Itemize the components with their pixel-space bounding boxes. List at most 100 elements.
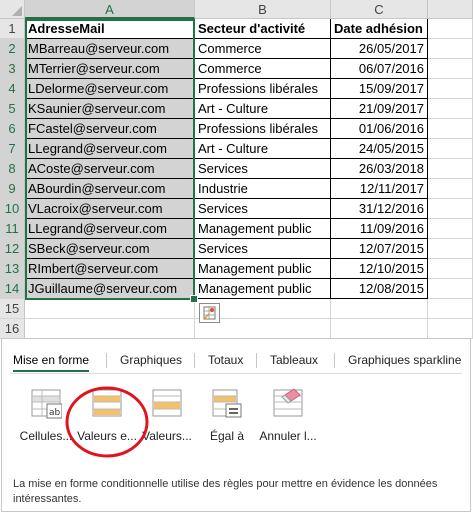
header-cell[interactable]: Secteur d'activité	[195, 19, 331, 39]
table-cell[interactable]: Commerce	[195, 39, 331, 59]
empty-cell[interactable]	[25, 319, 195, 339]
row-header[interactable]: 11	[0, 219, 25, 239]
row-header[interactable]: 10	[0, 199, 25, 219]
table-cell[interactable]: 12/11/2017	[331, 179, 428, 199]
table-cell[interactable]: Art - Culture	[195, 99, 331, 119]
empty-cell[interactable]	[428, 319, 473, 339]
tab-graphiques-sparkline[interactable]: Graphiques sparkline	[348, 349, 461, 371]
row-header[interactable]: 9	[0, 179, 25, 199]
tab-graphiques[interactable]: Graphiques	[120, 349, 182, 371]
table-cell[interactable]: 06/07/2016	[331, 59, 428, 79]
row-header[interactable]: 3	[0, 59, 25, 79]
column-header-d[interactable]	[428, 0, 473, 19]
column-header-b[interactable]: B	[195, 0, 331, 19]
row-header[interactable]: 8	[0, 159, 25, 179]
table-cell[interactable]: ABourdin@serveur.com	[25, 179, 195, 199]
table-cell[interactable]: RImbert@serveur.com	[25, 259, 195, 279]
empty-cell[interactable]	[428, 279, 473, 299]
table-cell[interactable]: 12/10/2015	[331, 259, 428, 279]
empty-cell[interactable]	[428, 159, 473, 179]
select-all-corner[interactable]	[0, 0, 25, 19]
tab-divider	[10, 373, 462, 374]
row-header[interactable]: 2	[0, 39, 25, 59]
option-valeurs-en-double[interactable]: Valeurs e...	[77, 387, 137, 453]
quick-analysis-panel: Mise en forme Graphiques Totaux Tableaux…	[1, 338, 471, 512]
header-cell[interactable]: AdresseMail	[25, 19, 195, 39]
row-header[interactable]: 12	[0, 239, 25, 259]
unique-values-icon	[152, 389, 182, 417]
table-cell[interactable]: 24/05/2015	[331, 139, 428, 159]
table-cell[interactable]: MTerrier@serveur.com	[25, 59, 195, 79]
row-header[interactable]: 16	[0, 319, 25, 339]
table-cell[interactable]: Professions libérales	[195, 79, 331, 99]
row-header[interactable]: 4	[0, 79, 25, 99]
table-cell[interactable]: SBeck@serveur.com	[25, 239, 195, 259]
option-valeurs-uniques[interactable]: Valeurs...	[139, 387, 195, 453]
table-cell[interactable]: 26/03/2018	[331, 159, 428, 179]
table-cell[interactable]: Commerce	[195, 59, 331, 79]
tab-tableaux[interactable]: Tableaux	[270, 349, 318, 371]
table-cell[interactable]: 15/09/2017	[331, 79, 428, 99]
table-cell[interactable]: JGuillaume@serveur.com	[25, 279, 195, 299]
empty-cell[interactable]	[25, 299, 195, 319]
table-cell[interactable]: LDelorme@serveur.com	[25, 79, 195, 99]
header-cell[interactable]: Date adhésion	[331, 19, 428, 39]
empty-cell[interactable]	[428, 139, 473, 159]
empty-cell[interactable]	[428, 39, 473, 59]
option-cellules[interactable]: ab Cellules...	[18, 387, 74, 453]
column-header-a[interactable]: A	[25, 0, 195, 19]
table-cell[interactable]: Management public	[195, 259, 331, 279]
row-header[interactable]: 5	[0, 99, 25, 119]
empty-cell[interactable]	[331, 299, 428, 319]
empty-cell[interactable]	[428, 59, 473, 79]
table-cell[interactable]: ACoste@serveur.com	[25, 159, 195, 179]
table-cell[interactable]: 12/08/2015	[331, 279, 428, 299]
table-cell[interactable]: 11/09/2016	[331, 219, 428, 239]
fill-handle[interactable]	[190, 295, 198, 303]
duplicate-values-icon	[92, 389, 122, 417]
table-cell[interactable]: Services	[195, 239, 331, 259]
empty-cell[interactable]	[428, 199, 473, 219]
table-cell[interactable]: Professions libérales	[195, 119, 331, 139]
empty-cell[interactable]	[428, 219, 473, 239]
table-cell[interactable]: Services	[195, 159, 331, 179]
table-cell[interactable]: 21/09/2017	[331, 99, 428, 119]
empty-cell[interactable]	[428, 79, 473, 99]
row-header[interactable]: 13	[0, 259, 25, 279]
tab-totaux[interactable]: Totaux	[208, 349, 243, 371]
empty-cell[interactable]	[428, 299, 473, 319]
tab-mise-en-forme[interactable]: Mise en forme	[13, 349, 90, 372]
table-cell[interactable]: 26/05/2017	[331, 39, 428, 59]
row-header[interactable]: 14	[0, 279, 25, 299]
empty-cell[interactable]	[428, 239, 473, 259]
table-cell[interactable]: LLegrand@serveur.com	[25, 219, 195, 239]
table-cell[interactable]: FCastel@serveur.com	[25, 119, 195, 139]
row-header[interactable]: 15	[0, 299, 25, 319]
empty-cell[interactable]	[428, 99, 473, 119]
column-header-c[interactable]: C	[331, 0, 428, 19]
row-header[interactable]: 6	[0, 119, 25, 139]
table-cell[interactable]: Services	[195, 199, 331, 219]
row-header[interactable]: 1	[0, 19, 25, 39]
table-cell[interactable]: Industrie	[195, 179, 331, 199]
option-label: Valeurs...	[142, 429, 192, 443]
table-cell[interactable]: Management public	[195, 219, 331, 239]
table-cell[interactable]: 12/07/2015	[331, 239, 428, 259]
table-cell[interactable]: 31/12/2016	[331, 199, 428, 219]
empty-cell[interactable]	[331, 319, 428, 339]
table-cell[interactable]: Art - Culture	[195, 139, 331, 159]
empty-cell[interactable]	[428, 259, 473, 279]
quick-analysis-button[interactable]	[199, 303, 220, 323]
option-egal-a[interactable]: Égal à	[199, 387, 255, 453]
table-cell[interactable]: LLegrand@serveur.com	[25, 139, 195, 159]
empty-cell[interactable]	[428, 119, 473, 139]
table-cell[interactable]: Management public	[195, 279, 331, 299]
option-annuler-la-mise-en-forme[interactable]: Annuler l...	[259, 387, 317, 453]
row-header[interactable]: 7	[0, 139, 25, 159]
table-cell[interactable]: KSaunier@serveur.com	[25, 99, 195, 119]
table-cell[interactable]: 01/06/2016	[331, 119, 428, 139]
table-cell[interactable]: MBarreau@serveur.com	[25, 39, 195, 59]
empty-cell[interactable]	[428, 179, 473, 199]
table-cell[interactable]: VLacroix@serveur.com	[25, 199, 195, 219]
empty-cell[interactable]	[428, 19, 473, 39]
